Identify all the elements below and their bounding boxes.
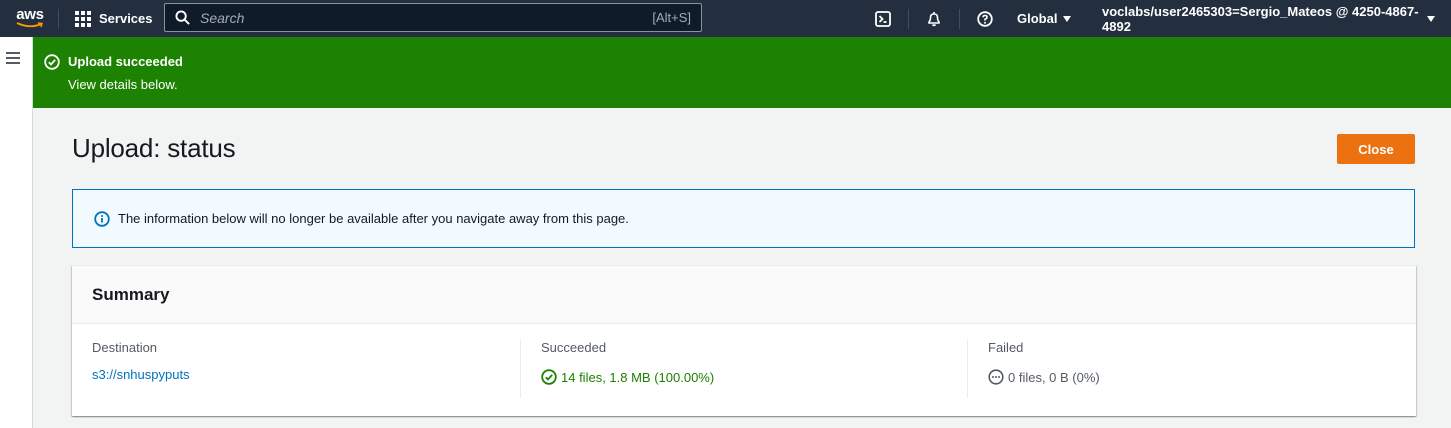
summary-title: Summary bbox=[92, 285, 170, 304]
aws-logo[interactable]: aws bbox=[0, 0, 58, 37]
search-box[interactable]: [Alt+S] bbox=[164, 3, 702, 32]
search-icon bbox=[175, 10, 190, 25]
aws-logo-text: aws bbox=[16, 6, 44, 23]
destination-label: Destination bbox=[92, 340, 158, 355]
hamburger-menu-icon[interactable] bbox=[6, 52, 20, 67]
info-icon bbox=[94, 210, 110, 227]
failed-value-wrap: 0 files, 0 B (0%) bbox=[988, 369, 1416, 385]
close-button[interactable]: Close bbox=[1337, 134, 1415, 164]
aws-smile-icon bbox=[16, 22, 43, 28]
failed-label: Failed bbox=[988, 340, 1024, 355]
search-shortcut-hint: [Alt+S] bbox=[652, 10, 691, 25]
column-divider bbox=[520, 340, 521, 398]
top-navigation: aws Services [Alt+S] bbox=[0, 0, 1451, 37]
info-alert: The information below will no longer be … bbox=[72, 189, 1415, 248]
failed-value: 0 files, 0 B (0%) bbox=[1008, 369, 1100, 385]
succeeded-value: 14 files, 1.8 MB (100.00%) bbox=[561, 369, 715, 385]
success-check-icon bbox=[541, 369, 557, 385]
destination-link[interactable]: s3://snhuspyputs bbox=[92, 367, 190, 382]
caret-down-icon bbox=[1063, 15, 1072, 22]
summary-container: Summary Destination s3://snhuspyputs Suc… bbox=[72, 265, 1416, 416]
grid-icon bbox=[75, 10, 91, 27]
caret-down-icon bbox=[1427, 15, 1435, 22]
region-selector[interactable]: Global bbox=[1001, 0, 1087, 37]
failed-column: Failed 0 files, 0 B (0%) bbox=[988, 340, 1416, 398]
info-alert-text: The information below will no longer be … bbox=[118, 211, 629, 226]
destination-column: Destination s3://snhuspyputs bbox=[92, 340, 520, 398]
account-label: voclabs/user2465303=Sergio_Mateos @ 4250… bbox=[1102, 3, 1419, 34]
pending-dots-icon bbox=[988, 369, 1004, 385]
flash-message: View details below. bbox=[68, 77, 178, 92]
services-label: Services bbox=[99, 11, 153, 26]
search-input[interactable] bbox=[200, 9, 653, 26]
region-label: Global bbox=[1017, 11, 1058, 26]
flash-title: Upload succeeded bbox=[68, 54, 183, 69]
column-divider bbox=[967, 340, 968, 398]
services-menu-button[interactable]: Services bbox=[59, 10, 169, 27]
succeeded-column: Succeeded 14 files, 1.8 MB (100.00%) bbox=[541, 340, 969, 398]
success-check-icon bbox=[44, 54, 60, 70]
help-icon bbox=[977, 10, 993, 27]
account-menu[interactable]: voclabs/user2465303=Sergio_Mateos @ 4250… bbox=[1086, 0, 1451, 37]
nav-icon-group bbox=[858, 0, 1010, 37]
destination-value-wrap: s3://snhuspyputs bbox=[92, 367, 520, 382]
success-flashbar: Upload succeeded View details below. bbox=[33, 37, 1451, 108]
succeeded-label: Succeeded bbox=[541, 340, 607, 355]
page-title: Upload: status bbox=[72, 133, 236, 163]
cloudshell-button[interactable] bbox=[858, 0, 908, 37]
cloudshell-icon bbox=[875, 10, 891, 27]
side-navigation-rail bbox=[0, 37, 33, 428]
notifications-button[interactable] bbox=[909, 0, 959, 37]
succeeded-value-wrap: 14 files, 1.8 MB (100.00%) bbox=[541, 369, 969, 385]
bell-icon bbox=[928, 11, 940, 26]
summary-header: Summary bbox=[72, 266, 1416, 324]
